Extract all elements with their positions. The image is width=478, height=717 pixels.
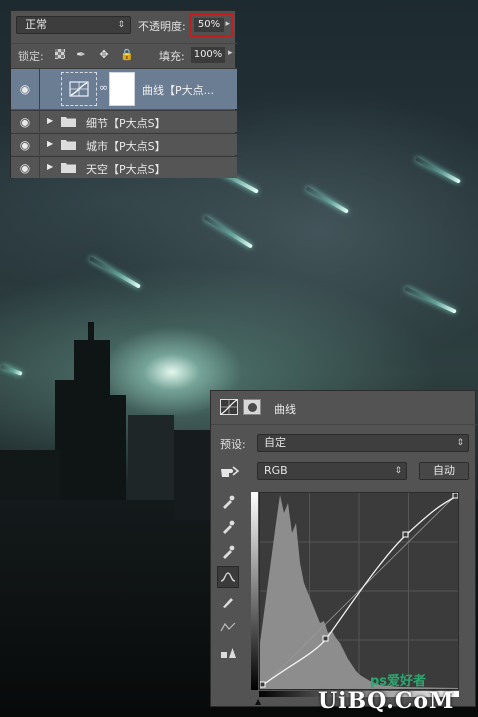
opacity-label: 不透明度: [138, 20, 186, 33]
meteor [305, 186, 349, 214]
meteor [404, 286, 457, 314]
black-slider-icon[interactable]: ▲ [255, 697, 261, 706]
opacity-highlight-box: 50% ▸ [189, 13, 233, 37]
curve-point[interactable] [452, 493, 458, 499]
divider [39, 69, 40, 109]
divider [39, 111, 40, 132]
eye-icon[interactable]: ◉ [17, 138, 33, 152]
eye-icon[interactable]: ◉ [17, 115, 33, 129]
channel-select[interactable]: RGB ⇕ [257, 462, 407, 480]
folder-icon [61, 117, 76, 127]
blend-mode-select[interactable]: 正常 ⇕ [16, 16, 131, 34]
properties-panel: 曲线 预设: 自定 ⇕ RGB ⇕ 自动 ▲ [210, 390, 477, 707]
white-point-eyedropper-icon[interactable] [217, 541, 239, 563]
brush-icon[interactable]: ✒ [74, 47, 88, 61]
layer-mask-thumbnail[interactable] [109, 72, 135, 106]
meteor [203, 215, 254, 249]
chevron-right-icon[interactable]: ▸ [225, 19, 230, 29]
auto-button[interactable]: 自动 [419, 462, 469, 480]
updown-arrow-icon: ⇕ [394, 466, 402, 476]
eye-icon[interactable]: ◉ [17, 161, 33, 175]
divider [39, 157, 40, 178]
curves-tools [217, 491, 241, 666]
curves-icon [69, 81, 89, 97]
panel-title: 曲线 [274, 403, 296, 416]
preset-label: 预设: [220, 438, 246, 451]
mask-icon[interactable] [243, 399, 261, 415]
curve-point[interactable] [322, 635, 329, 642]
curve-edit-icon[interactable] [217, 566, 239, 588]
divider [39, 134, 40, 155]
layer-name: 曲线【P大点... [142, 84, 215, 97]
building [174, 430, 210, 520]
lock-row: 锁定: ✒ ✥ 🔒 填充: 100% ▸ [11, 43, 237, 65]
blend-mode-value: 正常 [25, 18, 47, 31]
curves-histogram [260, 493, 458, 689]
meteor [0, 364, 23, 376]
fill-label: 填充: [159, 50, 185, 63]
expand-triangle-icon[interactable]: ▶ [47, 162, 53, 171]
layer-row-curves[interactable]: ◉ ∞ 曲线【P大点... [11, 68, 237, 109]
expand-triangle-icon[interactable]: ▶ [47, 139, 53, 148]
updown-arrow-icon: ⇕ [117, 20, 125, 30]
curve-point[interactable] [260, 681, 266, 688]
folder-icon [61, 140, 76, 150]
lock-icon[interactable]: 🔒 [120, 47, 134, 61]
smooth-curve-icon[interactable] [217, 616, 239, 638]
layer-name: 细节【P大点S】 [86, 117, 166, 130]
layer-name: 天空【P大点S】 [86, 163, 166, 176]
building [74, 340, 110, 520]
curve-point[interactable] [402, 531, 409, 538]
targeted-adjustment-icon[interactable] [219, 463, 241, 479]
curves-adjustment-thumbnail[interactable] [61, 72, 97, 106]
lock-transparency-icon[interactable] [55, 49, 65, 59]
fill-input[interactable]: 100% [191, 47, 225, 63]
meteor [414, 156, 461, 184]
opacity-input[interactable]: 50% [194, 18, 224, 32]
expand-triangle-icon[interactable]: ▶ [47, 116, 53, 125]
properties-header: 曲线 [211, 391, 477, 425]
meteor [88, 256, 141, 289]
lock-label: 锁定: [18, 50, 44, 63]
layer-name: 城市【P大点S】 [86, 140, 166, 153]
eye-icon[interactable]: ◉ [17, 82, 33, 96]
clipping-warning-icon[interactable] [217, 641, 239, 663]
chevron-right-icon[interactable]: ▸ [228, 48, 233, 58]
building [88, 322, 94, 344]
layer-row-group[interactable]: ◉ ▶ 细节【P大点S】 [11, 110, 237, 132]
gray-point-eyedropper-icon[interactable] [217, 516, 239, 538]
updown-arrow-icon: ⇕ [456, 438, 464, 448]
watermark: UiBQ.CoM [318, 688, 455, 714]
folder-icon [61, 163, 76, 173]
watermark-sub: ps爱好者 [370, 674, 427, 689]
output-gradient [251, 492, 258, 690]
layer-row-group[interactable]: ◉ ▶ 天空【P大点S】 [11, 156, 237, 178]
preset-select[interactable]: 自定 ⇕ [257, 434, 469, 452]
curves-graph[interactable] [259, 492, 459, 690]
layers-panel: 正常 ⇕ 不透明度: 50% ▸ 锁定: ✒ ✥ 🔒 填充: 100% ▸ ◉ [10, 10, 237, 178]
link-icon[interactable]: ∞ [99, 81, 108, 94]
black-point-eyedropper-icon[interactable] [217, 491, 239, 513]
layer-row-group[interactable]: ◉ ▶ 城市【P大点S】 [11, 133, 237, 155]
channel-value: RGB [264, 464, 288, 477]
layers-toolbar: 正常 ⇕ 不透明度: 50% ▸ [11, 11, 237, 39]
pencil-icon[interactable] [217, 591, 239, 613]
lock-options: ✒ ✥ 🔒 [55, 47, 134, 61]
move-icon[interactable]: ✥ [97, 47, 111, 61]
curves-icon[interactable] [220, 399, 238, 415]
preset-value: 自定 [264, 436, 286, 449]
